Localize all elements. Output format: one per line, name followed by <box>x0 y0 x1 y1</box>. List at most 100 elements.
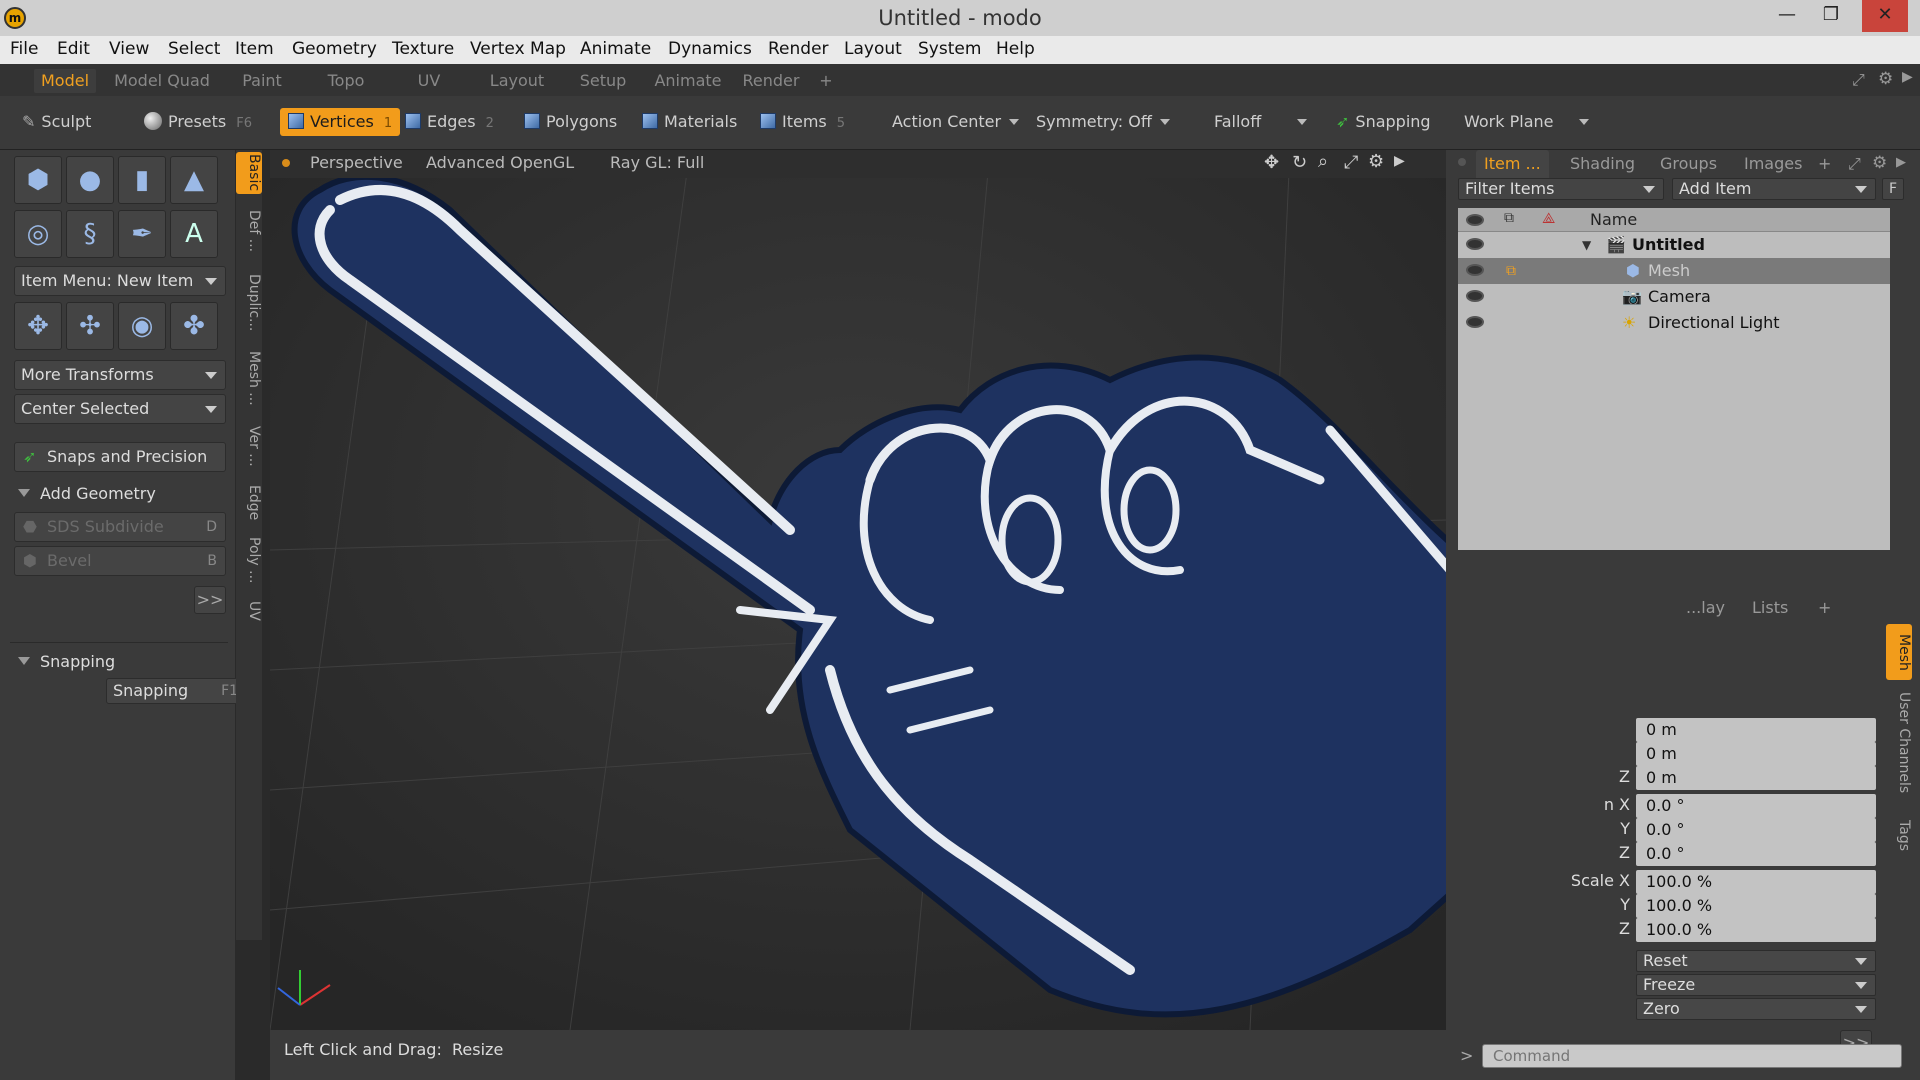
scale-transform-icon[interactable]: ◉ <box>118 302 166 350</box>
more-tools-button[interactable]: >> <box>194 586 226 614</box>
visibility-toggle-icon[interactable] <box>1466 238 1484 250</box>
list-item-directional-light[interactable]: ☀ Directional Light <box>1458 310 1890 336</box>
tab-images[interactable]: Images <box>1744 150 1802 178</box>
tab-paint[interactable]: Paint <box>232 69 292 93</box>
tab-mesh-props[interactable]: Mesh <box>1886 624 1912 680</box>
snaps-precision-button[interactable]: ➶ Snaps and Precision <box>14 442 226 472</box>
scale-y-field[interactable]: 100.0 % <box>1636 894 1876 918</box>
chevron-right-icon[interactable]: ▶ <box>1902 69 1913 85</box>
tab-deform[interactable]: Def ... <box>236 206 262 256</box>
cylinder-icon[interactable]: ▮ <box>118 156 166 204</box>
tab-layout[interactable]: Layout <box>484 69 550 93</box>
sculpt-button[interactable]: ✎ Sculpt <box>22 108 91 136</box>
menu-vertex-map[interactable]: Vertex Map <box>470 39 566 59</box>
tab-edge[interactable]: Edge <box>236 480 262 526</box>
raygl-dropdown[interactable]: Ray GL: Full <box>610 153 704 172</box>
rotation-z-field[interactable]: 0.0 ° <box>1636 842 1876 866</box>
snapping-button[interactable]: Snapping F11 <box>106 678 256 704</box>
move-transform-icon[interactable]: ✥ <box>14 302 62 350</box>
vertices-button[interactable]: Vertices 1 <box>280 108 401 136</box>
viewport-gear-icon[interactable]: ⚙ <box>1368 151 1384 172</box>
tab-basic[interactable]: Basic <box>236 152 262 194</box>
visibility-toggle-icon[interactable] <box>1466 264 1484 276</box>
tab-polygon[interactable]: Poly ... <box>236 532 262 588</box>
tab-animate[interactable]: Animate <box>652 69 724 93</box>
position-x-field[interactable]: 0 m <box>1636 718 1876 742</box>
scale-x-field[interactable]: 100.0 % <box>1636 870 1876 894</box>
tab-render[interactable]: Render <box>738 69 804 93</box>
tab-shading[interactable]: Shading <box>1570 150 1635 178</box>
capsule-icon[interactable]: § <box>66 210 114 258</box>
tab-duplicate[interactable]: Duplic... <box>236 268 262 338</box>
sphere-icon[interactable]: ● <box>66 156 114 204</box>
menu-layout[interactable]: Layout <box>844 39 902 59</box>
zero-dropdown[interactable]: Zero <box>1636 998 1876 1020</box>
fit-view-icon[interactable]: ⤢ <box>1344 152 1358 173</box>
menu-dynamics[interactable]: Dynamics <box>668 39 752 59</box>
tab-vertex[interactable]: Ver ... <box>236 420 262 472</box>
add-tab-button[interactable]: + <box>816 69 836 93</box>
cube-icon[interactable]: ⬢ <box>14 156 62 204</box>
position-y-field[interactable]: 0 m <box>1636 742 1876 766</box>
rotation-x-field[interactable]: 0.0 ° <box>1636 794 1876 818</box>
materials-button[interactable]: Materials <box>642 108 737 136</box>
add-panel-tab-button[interactable]: + <box>1818 150 1831 178</box>
position-z-field[interactable]: 0 m <box>1636 766 1876 790</box>
add-geometry-section[interactable]: Add Geometry <box>18 484 156 503</box>
filter-items-dropdown[interactable]: Filter Items <box>1458 178 1664 200</box>
tab-tags[interactable]: Tags <box>1886 812 1912 858</box>
view-mode-dropdown[interactable]: Perspective <box>310 153 403 172</box>
menu-edit[interactable]: Edit <box>57 39 90 59</box>
freeze-dropdown[interactable]: Freeze <box>1636 974 1876 996</box>
polygons-button[interactable]: Polygons <box>524 108 617 136</box>
expand-arrow-icon[interactable]: ▼ <box>1582 232 1591 258</box>
expand-icon[interactable]: ⤢ <box>1848 154 1861 174</box>
restore-icon[interactable]: ❐ <box>1808 0 1854 32</box>
center-selected-dropdown[interactable]: Center Selected <box>14 394 226 424</box>
menu-item[interactable]: Item <box>235 39 274 59</box>
visibility-toggle-icon[interactable] <box>1466 316 1484 328</box>
menu-system[interactable]: System <box>918 39 981 59</box>
text-tool-icon[interactable]: A <box>170 210 218 258</box>
pen-icon[interactable]: ✒ <box>118 210 166 258</box>
gear-icon[interactable]: ⚙ <box>1872 153 1887 173</box>
list-item-untitled-scene[interactable]: ▼ 🎬 Untitled <box>1458 232 1890 258</box>
command-input[interactable] <box>1482 1044 1902 1068</box>
action-center-dropdown[interactable]: Action Center <box>892 108 1020 136</box>
renderer-dropdown[interactable]: Advanced OpenGL <box>426 153 574 172</box>
menu-geometry[interactable]: Geometry <box>292 39 377 59</box>
edges-button[interactable]: Edges 2 <box>405 108 494 136</box>
rotate-transform-icon[interactable]: ✣ <box>66 302 114 350</box>
tab-topo[interactable]: Topo <box>316 69 376 93</box>
menu-select[interactable]: Select <box>168 39 220 59</box>
tab-setup[interactable]: Setup <box>570 69 636 93</box>
torus-icon[interactable]: ◎ <box>14 210 62 258</box>
visibility-toggle-icon[interactable] <box>1466 290 1484 302</box>
tab-lists[interactable]: Lists <box>1752 594 1788 622</box>
scale-z-field[interactable]: 100.0 % <box>1636 918 1876 942</box>
snapping-toggle[interactable]: ➶ Snapping <box>1336 108 1431 136</box>
tab-mesh[interactable]: Mesh ... <box>236 346 262 410</box>
tab-model[interactable]: Model <box>34 69 96 93</box>
tab-groups[interactable]: Groups <box>1660 150 1717 178</box>
orbit-icon[interactable]: ↻ <box>1292 152 1307 173</box>
cone-icon[interactable]: ▲ <box>170 156 218 204</box>
tab-item-list[interactable]: Item ... <box>1476 150 1549 178</box>
pan-icon[interactable]: ✥ <box>1264 152 1279 173</box>
more-transforms-dropdown[interactable]: More Transforms <box>14 360 226 390</box>
tab-model-quad[interactable]: Model Quad <box>112 69 212 93</box>
menu-view[interactable]: View <box>109 39 149 59</box>
item-menu-dropdown[interactable]: Item Menu: New Item <box>14 266 226 296</box>
snapping-section[interactable]: Snapping <box>18 652 115 671</box>
chevron-right-icon[interactable]: ▶ <box>1896 155 1906 170</box>
viewport-chevron-icon[interactable]: ▶ <box>1394 153 1405 169</box>
close-icon[interactable]: ✕ <box>1862 0 1908 32</box>
items-button[interactable]: Items 5 <box>760 108 845 136</box>
symmetry-dropdown[interactable]: Symmetry: Off <box>1036 108 1170 136</box>
tab-user-channels[interactable]: User Channels <box>1886 688 1912 798</box>
reset-dropdown[interactable]: Reset <box>1636 950 1876 972</box>
gear-icon[interactable]: ⚙ <box>1878 69 1893 89</box>
list-item-camera[interactable]: 📷 Camera <box>1458 284 1890 310</box>
filter-f-button[interactable]: F <box>1882 178 1904 200</box>
presets-button[interactable]: Presets F6 <box>144 108 252 136</box>
